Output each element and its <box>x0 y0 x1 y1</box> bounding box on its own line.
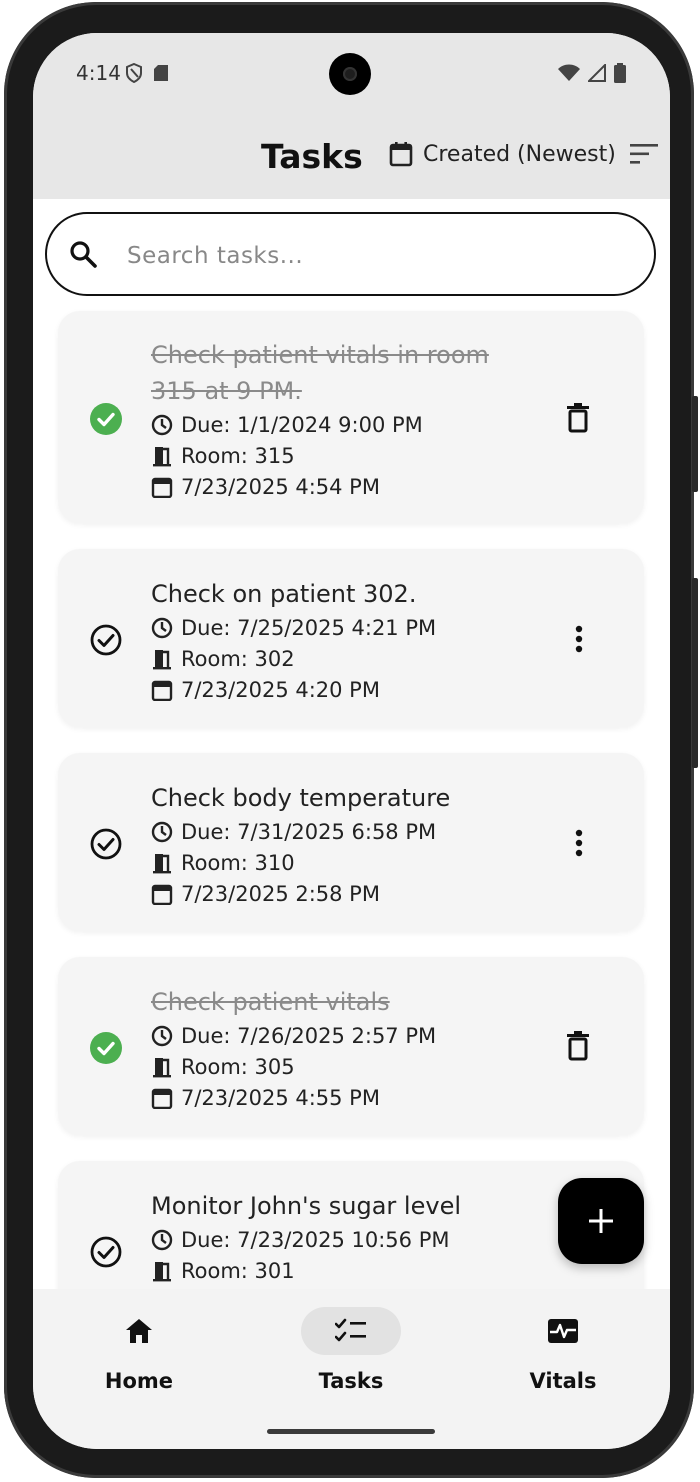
signal-icon <box>588 64 606 82</box>
home-icon <box>126 1319 152 1343</box>
search-bar <box>45 212 656 296</box>
nav-item-tasks[interactable]: Tasks <box>276 1307 426 1393</box>
task-room: Room: 305 <box>151 1052 295 1082</box>
room-text: Room: 305 <box>181 1055 295 1079</box>
clock-icon <box>151 617 173 639</box>
check-circle-filled-icon[interactable] <box>90 1032 122 1064</box>
task-card[interactable]: Check body temperature Due: 7/31/2025 6:… <box>58 753 644 931</box>
task-card[interactable]: Check patient vitals Due: 7/26/2025 2:57… <box>58 957 644 1135</box>
created-text: 7/23/2025 4:55 PM <box>181 1086 380 1110</box>
task-due: Due: 7/31/2025 6:58 PM <box>151 817 436 847</box>
calendar-icon <box>151 680 173 701</box>
clock-icon <box>151 821 173 843</box>
camera-cutout <box>329 53 371 95</box>
task-card[interactable]: Check patient vitals in room 315 at 9 PM… <box>58 311 644 523</box>
task-title: Check on patient 302. <box>151 580 417 608</box>
task-due: Due: 1/1/2024 9:00 PM <box>151 410 423 440</box>
tasks-checklist-icon <box>335 1318 366 1342</box>
check-circle-outline-icon[interactable] <box>90 624 122 656</box>
task-title: Check patient vitals <box>151 988 390 1016</box>
shield-icon <box>126 63 142 83</box>
check-circle-filled-icon[interactable] <box>90 403 122 435</box>
battery-icon <box>614 63 626 83</box>
task-title: Check body temperature <box>151 784 451 812</box>
power-button <box>692 578 698 768</box>
calendar-icon <box>151 884 173 905</box>
nav-label: Vitals <box>529 1369 597 1393</box>
nav-label: Tasks <box>318 1369 384 1393</box>
wifi-icon <box>558 64 580 81</box>
door-icon <box>153 1262 171 1282</box>
door-icon <box>153 650 171 670</box>
screen: 4:14 Tasks Created (Newest) Search tasks… <box>33 33 670 1449</box>
sd-card-icon <box>154 65 168 81</box>
room-text: Room: 310 <box>181 851 295 875</box>
calendar-icon <box>389 142 413 167</box>
clock-icon <box>151 1229 173 1251</box>
task-title: Check patient vitals in room 315 at 9 PM… <box>151 341 489 405</box>
trash-icon[interactable] <box>566 1031 590 1061</box>
task-created: 7/23/2025 4:55 PM <box>151 1083 380 1113</box>
room-text: Room: 315 <box>181 444 295 468</box>
door-icon <box>153 854 171 874</box>
nav-label: Home <box>104 1369 174 1393</box>
task-list[interactable]: Check patient vitals in room 315 at 9 PM… <box>33 307 670 1289</box>
due-text: Due: 1/1/2024 9:00 PM <box>181 413 423 437</box>
room-text: Room: 301 <box>181 1259 295 1283</box>
calendar-icon <box>151 1088 173 1109</box>
created-text: 7/23/2025 4:54 PM <box>181 475 380 499</box>
task-due: Due: 7/25/2025 4:21 PM <box>151 613 436 643</box>
calendar-icon <box>151 477 173 498</box>
bottom-navigation: Home Tasks Vitals <box>33 1289 670 1449</box>
task-due: Due: 7/26/2025 2:57 PM <box>151 1021 436 1051</box>
vitals-monitor-icon <box>548 1319 578 1343</box>
more-vert-icon[interactable] <box>574 625 584 653</box>
search-icon <box>70 241 97 268</box>
add-task-button[interactable] <box>558 1178 644 1264</box>
task-due: Due: 7/23/2025 10:56 PM <box>151 1225 449 1255</box>
volume-button <box>692 396 698 492</box>
task-room: Room: 315 <box>151 441 295 471</box>
home-indicator[interactable] <box>267 1429 435 1434</box>
check-circle-outline-icon[interactable] <box>90 1236 122 1268</box>
door-icon <box>153 447 171 467</box>
page-title: Tasks <box>261 137 363 176</box>
clock-icon <box>151 1025 173 1047</box>
task-room: Room: 301 <box>151 1256 295 1286</box>
due-text: Due: 7/23/2025 10:56 PM <box>181 1228 450 1252</box>
check-circle-outline-icon[interactable] <box>90 828 122 860</box>
created-text: 7/23/2025 4:20 PM <box>181 678 380 702</box>
due-text: Due: 7/26/2025 2:57 PM <box>181 1024 437 1048</box>
door-icon <box>153 1058 171 1078</box>
plus-icon <box>589 1209 613 1233</box>
trash-icon[interactable] <box>566 403 590 433</box>
task-room: Room: 310 <box>151 848 295 878</box>
search-input[interactable] <box>125 232 609 280</box>
nav-item-home[interactable]: Home <box>64 1307 214 1393</box>
sort-icon[interactable] <box>629 143 660 165</box>
status-time: 4:14 <box>76 61 121 85</box>
more-vert-icon[interactable] <box>574 829 584 857</box>
task-created: 7/23/2025 4:54 PM <box>151 472 380 502</box>
task-room: Room: 302 <box>151 644 295 674</box>
nav-item-vitals[interactable]: Vitals <box>488 1307 638 1393</box>
clock-icon <box>151 414 173 436</box>
due-text: Due: 7/31/2025 6:58 PM <box>181 820 437 844</box>
due-text: Due: 7/25/2025 4:21 PM <box>181 616 437 640</box>
created-text: 7/23/2025 2:58 PM <box>181 882 380 906</box>
sort-label[interactable]: Created (Newest) <box>423 142 616 167</box>
device-frame: 4:14 Tasks Created (Newest) Search tasks… <box>4 2 698 1478</box>
room-text: Room: 302 <box>181 647 295 671</box>
task-created: 7/23/2025 4:20 PM <box>151 675 380 705</box>
task-created: 7/23/2025 2:58 PM <box>151 879 380 909</box>
task-card[interactable]: Monitor John's sugar level Due: 7/23/202… <box>58 1161 644 1289</box>
task-card[interactable]: Check on patient 302. Due: 7/25/2025 4:2… <box>58 549 644 727</box>
sort-control[interactable]: Created (Newest) <box>389 141 660 167</box>
task-title: Monitor John's sugar level <box>151 1192 461 1220</box>
